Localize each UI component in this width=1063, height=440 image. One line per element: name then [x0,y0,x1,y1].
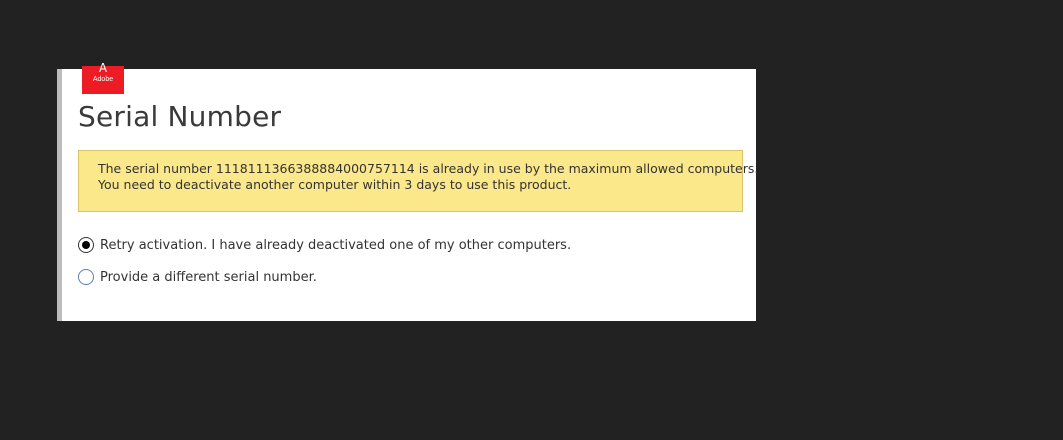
different-serial-radio[interactable] [78,269,94,285]
adobe-logo-text: Adobe [92,76,114,83]
serial-number-dialog: A Adobe Serial Number The serial number … [57,62,759,321]
warning-line-1: The serial number 1118111366388884000757… [98,161,759,176]
different-serial-option[interactable]: Provide a different serial number. [78,267,571,287]
retry-activation-radio[interactable] [78,237,94,253]
retry-activation-label[interactable]: Retry activation. I have already deactiv… [100,238,571,253]
warning-message: The serial number 1118111366388884000757… [78,150,759,212]
different-serial-label[interactable]: Provide a different serial number. [100,270,317,285]
adobe-logo: A Adobe [82,62,124,94]
warning-line-2: You need to deactivate another computer … [98,177,572,192]
activation-options: Retry activation. I have already deactiv… [78,235,571,299]
page-title: Serial Number [78,100,282,133]
adobe-logo-icon: A [98,61,108,75]
retry-activation-option[interactable]: Retry activation. I have already deactiv… [78,235,571,255]
